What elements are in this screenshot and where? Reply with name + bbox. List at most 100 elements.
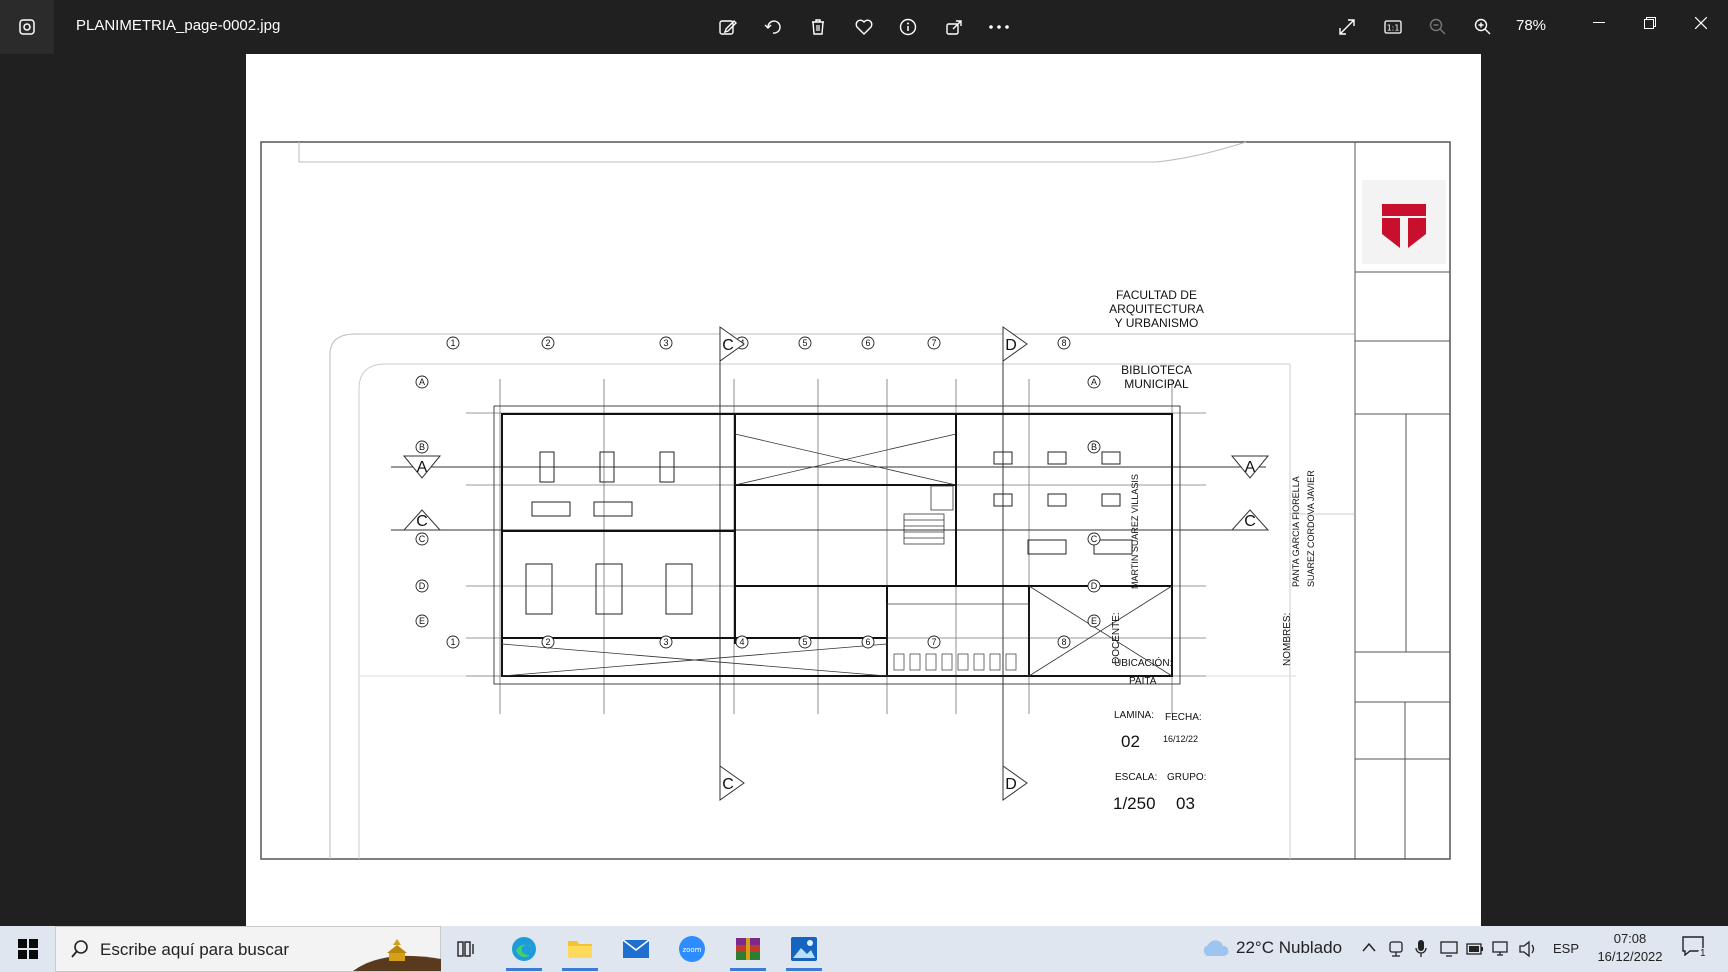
axis-bubble-right-A-label: A	[1091, 377, 1097, 387]
windows-icon	[17, 939, 38, 959]
axis-bubble-top-6-label: 6	[865, 338, 870, 348]
favorite-icon[interactable]	[849, 12, 879, 42]
notification-count: 1	[1698, 948, 1708, 959]
axis-bubble-bottom-7-label: 7	[931, 637, 936, 647]
notifications-button[interactable]: 1	[1682, 936, 1712, 962]
fecha-label: FECHA:	[1165, 712, 1202, 723]
docente-label: DOCENTE:	[1111, 612, 1122, 664]
display-settings-icon[interactable]	[1440, 940, 1458, 958]
edit-icon[interactable]	[713, 12, 743, 42]
axis-bubble-right-E-label: E	[1091, 616, 1097, 626]
photos-app-icon[interactable]	[0, 0, 54, 54]
grupo-label: GRUPO:	[1167, 772, 1207, 783]
student-name-2: SUAREZ CORDOVA JAVIER	[1306, 470, 1316, 587]
section-mark-c-right: C	[1244, 513, 1256, 530]
taskbar-search[interactable]: Escribe aquí para buscar	[55, 926, 441, 972]
rotate-icon[interactable]	[758, 12, 788, 42]
axis-bubble-left-D-label: D	[419, 581, 426, 591]
zoom-app-icon: zoom	[679, 936, 705, 962]
lamina-value: 02	[1121, 732, 1140, 751]
svg-text:1:1: 1:1	[1387, 24, 1400, 33]
escala-value: 1/250	[1113, 794, 1156, 813]
axis-bubble-bottom-6-label: 6	[865, 637, 870, 647]
axis-bubbles-top: 1122334455667788	[446, 336, 1071, 649]
task-view-button[interactable]	[444, 926, 492, 972]
delete-icon[interactable]	[803, 12, 833, 42]
minimize-button[interactable]	[1579, 8, 1619, 38]
weather-text: 22°C Nublado	[1236, 938, 1343, 957]
section-mark-d-top: D	[1005, 337, 1017, 354]
axis-bubble-top-5-label: 5	[802, 338, 807, 348]
info-icon[interactable]	[893, 12, 923, 42]
fecha-value: 16/12/22	[1163, 734, 1199, 744]
more-icon[interactable]	[984, 12, 1014, 42]
axis-bubble-top-3-label: 3	[663, 338, 668, 348]
edge-icon	[512, 937, 536, 961]
microphone-icon[interactable]	[1414, 939, 1428, 959]
webcam-icon[interactable]	[1388, 940, 1404, 958]
lamina-label: LAMINA:	[1114, 710, 1155, 721]
plan-image[interactable]: 1122334455667788 AABBCCDDEE C D C D A A …	[246, 54, 1481, 927]
section-mark-d-bottom: D	[1005, 776, 1017, 793]
ubicacion-value: PAITA	[1129, 676, 1157, 687]
actual-size-icon[interactable]: 1:1	[1378, 12, 1408, 42]
taskbar-file-explorer[interactable]	[556, 926, 604, 972]
section-mark-a-right: A	[1245, 459, 1256, 476]
folder-icon	[568, 941, 592, 958]
mail-icon	[622, 939, 650, 958]
share-icon[interactable]	[939, 12, 969, 42]
docente-name: MARTIN SUAREZ VILLASIS	[1130, 474, 1140, 589]
axis-bubble-right-B-label: B	[1091, 442, 1097, 452]
section-mark-c-bottom: C	[722, 776, 734, 793]
axis-bubble-bottom-4-label: 4	[739, 637, 744, 647]
taskbar-winrar[interactable]	[724, 926, 772, 972]
winrar-icon	[736, 938, 760, 960]
search-icon	[71, 940, 88, 958]
axis-bubble-bottom-3-label: 3	[663, 637, 668, 647]
volume-icon[interactable]	[1518, 940, 1538, 958]
start-button[interactable]	[0, 926, 55, 972]
axis-bubble-bottom-8-label: 8	[1061, 637, 1066, 647]
axis-bubble-top-2-label: 2	[545, 338, 550, 348]
svg-text:zoom: zoom	[682, 946, 701, 954]
weather-widget[interactable]: 22°C Nublado	[1200, 938, 1342, 958]
window-title: PLANIMETRIA_page-0002.jpg	[76, 17, 281, 34]
axis-bubble-bottom-2-label: 2	[545, 637, 550, 647]
axis-bubble-right-D-label: D	[1091, 581, 1098, 591]
axis-bubble-right-C-label: C	[1091, 534, 1098, 544]
fullscreen-icon[interactable]	[1332, 12, 1362, 42]
nombres-label: NOMBRES:	[1282, 612, 1293, 666]
network-icon[interactable]	[1492, 940, 1510, 958]
task-view-icon	[457, 941, 474, 957]
axis-bubble-left-B-label: B	[419, 442, 425, 452]
maximize-button[interactable]	[1630, 8, 1670, 38]
taskbar: Escribe aquí para buscar zoom 22°C Nubla…	[0, 926, 1728, 972]
zoom-out-icon[interactable]	[1423, 12, 1453, 42]
axis-bubble-top-7-label: 7	[931, 338, 936, 348]
axis-bubble-bottom-1-label: 1	[450, 637, 455, 647]
student-name-1: PANTA GARCIA FIORELLA	[1291, 476, 1301, 587]
clock-time: 07:08	[1613, 931, 1647, 946]
axis-bubble-left-E-label: E	[419, 616, 425, 626]
project-label: BIBLIOTECA MUNICIPAL	[1121, 363, 1192, 391]
close-button[interactable]	[1681, 8, 1721, 38]
axis-bubble-left-A-label: A	[419, 377, 425, 387]
language-indicator[interactable]: ESP	[1553, 941, 1579, 956]
chevron-up-icon[interactable]	[1362, 942, 1376, 952]
battery-icon[interactable]	[1466, 943, 1484, 955]
taskbar-mail[interactable]	[612, 926, 660, 972]
axis-bubble-left-C-label: C	[419, 534, 426, 544]
zoom-in-icon[interactable]	[1468, 12, 1498, 42]
photos-icon	[791, 937, 817, 961]
clock-date: 16/12/2022	[1597, 949, 1663, 964]
search-placeholder: Escribe aquí para buscar	[100, 940, 289, 959]
clock[interactable]: 07:08 16/12/2022	[1590, 930, 1670, 966]
faculty-label: FACULTAD DE ARQUITECTURA Y URBANISMO	[1109, 288, 1204, 330]
taskbar-photos[interactable]	[780, 926, 828, 972]
taskbar-edge[interactable]	[500, 926, 548, 972]
grupo-value: 03	[1176, 794, 1195, 813]
axis-bubble-top-8-label: 8	[1061, 338, 1066, 348]
section-mark-c-top: C	[722, 337, 734, 354]
zoom-level: 78%	[1516, 17, 1547, 34]
taskbar-zoom[interactable]: zoom	[668, 926, 716, 972]
